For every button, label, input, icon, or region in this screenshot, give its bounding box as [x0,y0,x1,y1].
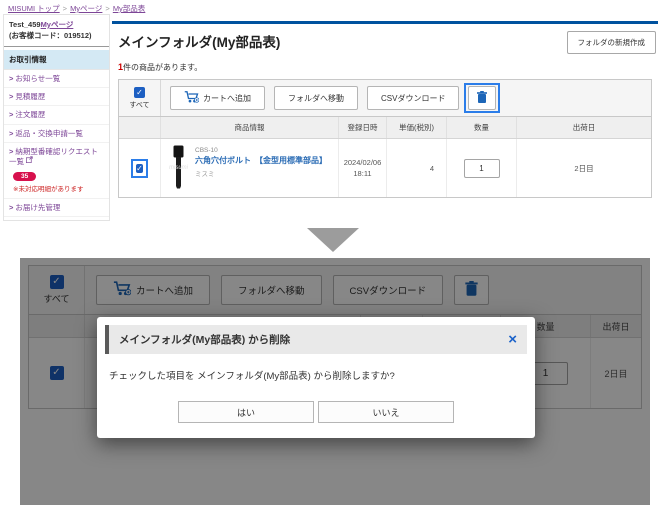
sidebar-item-notices[interactable]: >お知らせ一覧 [4,70,109,88]
chevron-right-icon: > [9,92,13,101]
quantity-cell [447,139,517,197]
item-count-text: 1件の商品があります。 [118,62,656,73]
sidebar-item-quote-history[interactable]: >見積履歴 [4,88,109,106]
main-content: メインフォルダ(My部品表) フォルダの新規作成 1件の商品があります。 ✓ す… [112,21,658,198]
account-name: Test_459 [9,20,41,29]
select-all-checkbox[interactable]: ✓ [134,87,145,98]
mypage-link[interactable]: Myページ [41,20,74,29]
sidebar-item-label: 注文履歴 [15,110,45,119]
account-box: Test_459Myページ (お客様コード：019512) [3,14,110,47]
ship-date-cell: 2日目 [517,139,651,197]
parts-table: ✓ すべて カートへ追加 フォルダへ移動 CSVダウンロード 商品情報 登録日時 [118,79,652,198]
add-to-cart-button[interactable]: カートへ追加 [170,86,265,110]
close-icon[interactable]: × [508,332,517,347]
delete-confirmation-modal: メインフォルダ(My部品表) から削除 × チェックした項目を メインフォルダ(… [97,317,535,438]
sidebar-item-label: お知らせ一覧 [15,74,60,83]
cart-icon [184,91,199,105]
breadcrumb-misumi-top[interactable]: MISUMI トップ [8,4,60,13]
row-checkbox-cell: ✓ [119,139,161,197]
modal-title: メインフォルダ(My部品表) から削除 [119,332,290,347]
unresolved-note: ※未対応明細があります [4,183,109,199]
table-row: ✓ misumi CBS-10 六角穴付ボルト 【金型用標準部品】 ミスミ 20… [119,139,651,197]
header-quantity: 数量 [447,117,517,138]
maker-name: ミスミ [195,168,327,178]
table-header-row: 商品情報 登録日時 単価(税別) 数量 出荷日 [119,117,651,139]
row-checkbox[interactable]: ✓ [136,164,143,173]
breadcrumb-mypage[interactable]: Myページ [70,4,102,13]
sidebar-item-label: 返品・交換申請一覧 [15,129,83,138]
yes-button[interactable]: はい [178,401,314,423]
external-link-icon [26,156,33,165]
sidebar-section-transactions: お取引情報 [4,50,109,70]
no-button[interactable]: いいえ [318,401,454,423]
modal-header: メインフォルダ(My部品表) から削除 × [105,325,527,354]
sidebar-item-address-management[interactable]: >お届け先管理 [4,199,109,217]
chevron-right-icon: > [9,129,13,138]
registered-cell: 2024/02/06 18:11 [339,139,387,197]
sidebar-item-delivery-request[interactable]: >納期型番確認リクエスト一覧 [4,143,109,171]
sidebar-item-order-history[interactable]: >注文履歴 [4,106,109,124]
new-folder-button[interactable]: フォルダの新規作成 [567,31,657,54]
chevron-right-icon: > [9,203,13,212]
breadcrumb: MISUMI トップ>Myページ>My部品表 [8,3,145,14]
move-folder-button[interactable]: フォルダへ移動 [274,86,358,110]
product-name-link[interactable]: 六角穴付ボルト 【金型用標準部品】 [195,156,327,166]
header-ship-date: 出荷日 [517,117,651,138]
header-unit-price: 単価(税別) [387,117,447,138]
select-all-label: すべて [129,100,149,110]
select-all-cell: ✓ すべて [119,80,161,116]
sidebar-item-returns[interactable]: >返品・交換申請一覧 [4,125,109,143]
part-number: CBS-10 [195,147,327,154]
sidebar-item-label: お届け先管理 [15,203,60,212]
add-to-cart-label: カートへ追加 [203,93,251,104]
header-product-info: 商品情報 [161,117,339,138]
trash-icon [477,91,487,106]
modal-message: チェックした項目を メインフォルダ(My部品表) から削除しますか? [105,354,527,401]
bottom-panel: ✓ すべて カートへ追加 フォルダへ移動 CSVダウンロード 商品情報 登録日時… [20,258,650,505]
sidebar-item-label: 納期型番確認リクエスト一覧 [9,147,98,166]
breadcrumb-separator: > [105,4,109,13]
header-registered: 登録日時 [339,117,387,138]
breadcrumb-my-bom[interactable]: My部品表 [113,4,146,13]
customer-code: (お客様コード：019512) [9,31,92,40]
delete-button[interactable] [468,86,496,110]
request-badge-row: 35 [4,171,109,183]
quantity-input[interactable] [464,159,500,178]
sidebar-item-coupons[interactable]: >お届けしているクーポン一覧 [4,217,109,221]
item-count-label: 件の商品があります。 [123,63,202,72]
unresolved-count-badge: 35 [13,172,36,181]
csv-download-button[interactable]: CSVダウンロード [367,86,459,110]
header-checkbox-col [119,117,161,138]
chevron-right-icon: > [9,110,13,119]
sidebar-item-label: 見積履歴 [15,92,45,101]
chevron-right-icon: > [9,147,13,156]
breadcrumb-separator: > [63,4,67,13]
transition-arrow-down-icon [307,228,359,252]
page-title: メインフォルダ(My部品表) [118,31,280,51]
chevron-right-icon: > [9,74,13,83]
sidebar: Test_459Myページ (お客様コード：019512) お取引情報 >お知ら… [3,14,110,221]
table-toolbar: ✓ すべて カートへ追加 フォルダへ移動 CSVダウンロード [119,80,651,117]
unit-price-cell: 4 [387,139,447,197]
registered-time: 18:11 [353,168,371,179]
registered-date: 2024/02/06 [344,157,382,168]
watermark-text: misumi [169,165,188,171]
product-cell: misumi CBS-10 六角穴付ボルト 【金型用標準部品】 ミスミ [161,139,339,197]
